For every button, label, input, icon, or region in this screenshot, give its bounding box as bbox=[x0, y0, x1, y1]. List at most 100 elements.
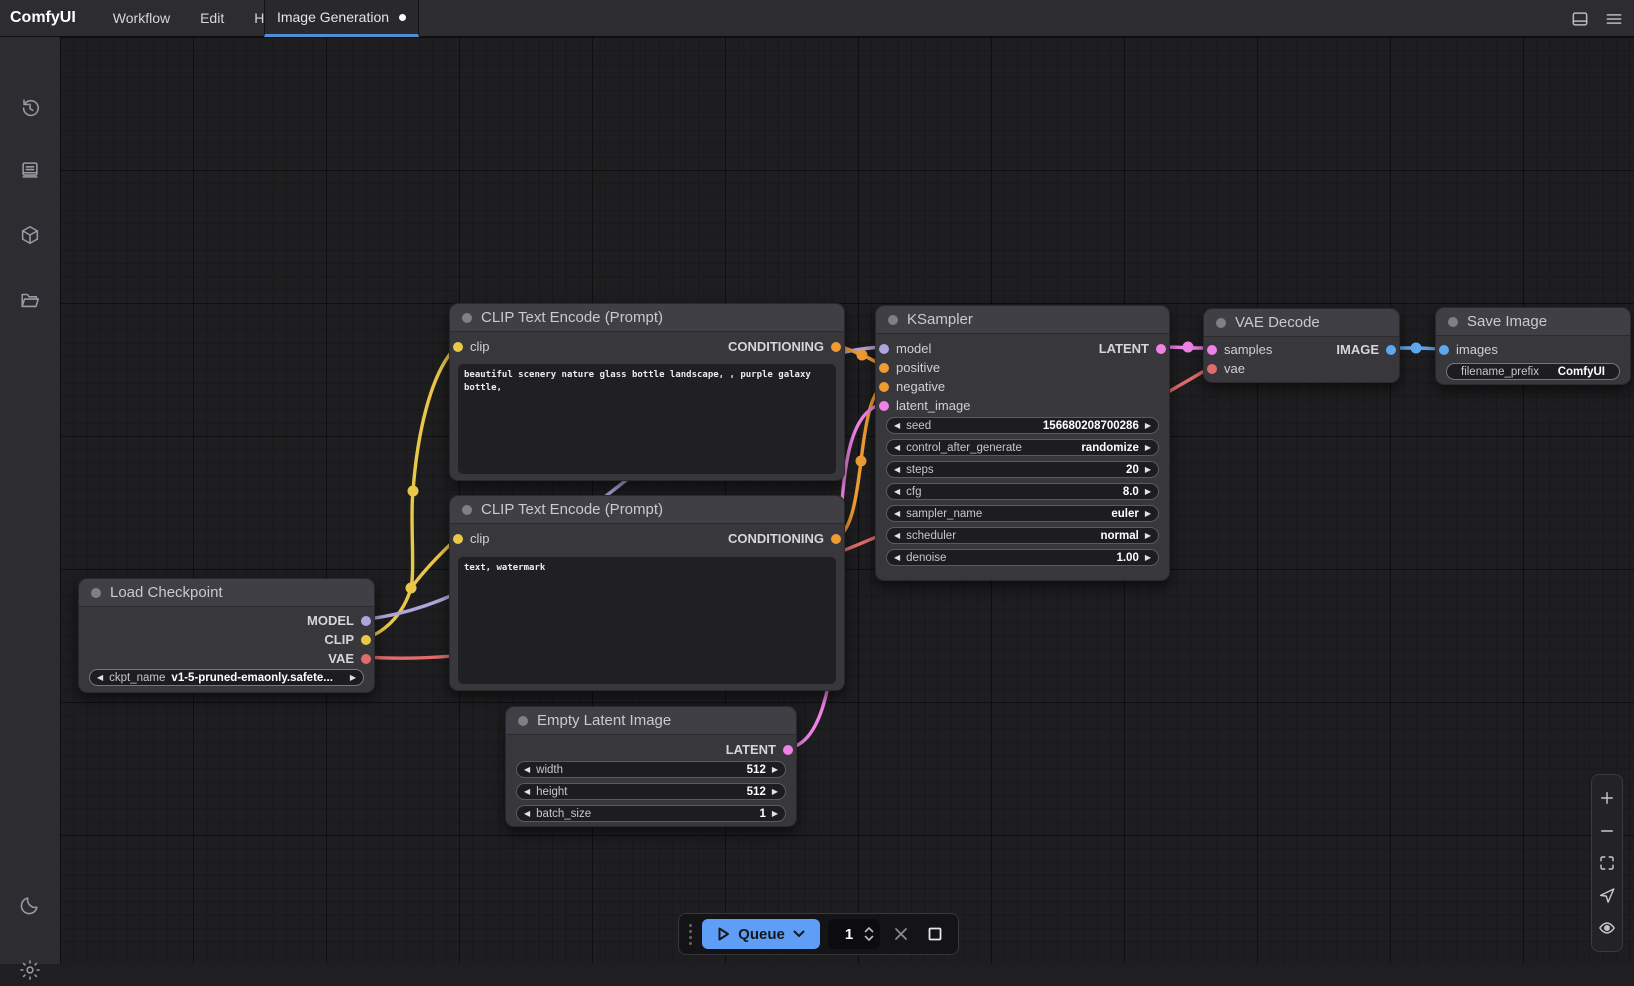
workflows-folder-icon[interactable] bbox=[19, 289, 41, 311]
output-slot-clip[interactable] bbox=[361, 635, 371, 645]
widget-next-icon[interactable]: ▶ bbox=[1145, 488, 1151, 496]
output-slot-image[interactable] bbox=[1386, 345, 1396, 355]
node-header[interactable]: VAE Decode bbox=[1204, 309, 1399, 337]
widget-next-icon[interactable]: ▶ bbox=[772, 766, 778, 774]
fit-view-icon[interactable] bbox=[1598, 854, 1616, 872]
collapse-dot[interactable] bbox=[91, 588, 101, 598]
node-clip-text-encode-positive[interactable]: CLIP Text Encode (Prompt) clip CONDITION… bbox=[449, 303, 845, 481]
widget-next-icon[interactable]: ▶ bbox=[350, 674, 356, 682]
node-graph-canvas[interactable] bbox=[60, 37, 1634, 964]
widget-next-icon[interactable]: ▶ bbox=[772, 788, 778, 796]
stop-icon[interactable] bbox=[922, 921, 948, 947]
seed-widget[interactable]: ◀ seed 156680208700286 ▶ bbox=[886, 417, 1159, 434]
widget-next-icon[interactable]: ▶ bbox=[772, 810, 778, 818]
bottom-panel-icon[interactable] bbox=[1570, 9, 1590, 29]
widget-next-icon[interactable]: ▶ bbox=[1145, 466, 1151, 474]
collapse-dot[interactable] bbox=[888, 315, 898, 325]
filename-prefix-widget[interactable]: filename_prefix ComfyUI bbox=[1446, 363, 1620, 380]
output-slot-conditioning[interactable] bbox=[831, 534, 841, 544]
batch-count-value[interactable]: 1 bbox=[834, 926, 864, 943]
output-slot-conditioning[interactable] bbox=[831, 342, 841, 352]
queue-button[interactable]: Queue bbox=[702, 919, 820, 949]
height-widget[interactable]: ◀ height 512 ▶ bbox=[516, 783, 786, 800]
input-slot-latent-image[interactable] bbox=[879, 401, 889, 411]
count-steppers[interactable] bbox=[864, 927, 874, 941]
clear-queue-icon[interactable] bbox=[888, 921, 914, 947]
node-load-checkpoint[interactable]: Load Checkpoint MODEL CLIP VAE ◀ ckpt_na… bbox=[78, 578, 375, 693]
cfg-widget[interactable]: ◀ cfg 8.0 ▶ bbox=[886, 483, 1159, 500]
zoom-out-icon[interactable] bbox=[1598, 822, 1616, 840]
node-header[interactable]: Save Image bbox=[1436, 308, 1630, 336]
output-slot-latent[interactable] bbox=[1156, 344, 1166, 354]
output-slot-latent[interactable] bbox=[783, 745, 793, 755]
drag-grip-icon[interactable] bbox=[687, 924, 694, 945]
collapse-dot[interactable] bbox=[1216, 318, 1226, 328]
node-header[interactable]: CLIP Text Encode (Prompt) bbox=[450, 496, 844, 524]
widget-prev-icon[interactable]: ◀ bbox=[894, 554, 900, 562]
ckpt-name-widget[interactable]: ◀ ckpt_name v1-5-pruned-emaonly.safete..… bbox=[89, 669, 364, 686]
collapse-dot[interactable] bbox=[1448, 317, 1458, 327]
input-slot-clip[interactable] bbox=[453, 342, 463, 352]
input-slot-images[interactable] bbox=[1439, 345, 1449, 355]
node-header[interactable]: KSampler bbox=[876, 306, 1169, 334]
theme-toggle-moon-icon[interactable] bbox=[19, 894, 41, 916]
widget-prev-icon[interactable]: ◀ bbox=[524, 766, 530, 774]
stepper-down-icon[interactable] bbox=[864, 935, 874, 941]
select-mode-icon[interactable] bbox=[1598, 886, 1616, 904]
widget-prev-icon[interactable]: ◀ bbox=[894, 466, 900, 474]
widget-prev-icon[interactable]: ◀ bbox=[894, 422, 900, 430]
width-widget[interactable]: ◀ width 512 ▶ bbox=[516, 761, 786, 778]
history-icon[interactable] bbox=[19, 97, 41, 119]
widget-prev-icon[interactable]: ◀ bbox=[524, 788, 530, 796]
node-ksampler[interactable]: KSampler model LATENT positive negative … bbox=[875, 305, 1170, 581]
input-slot-vae[interactable] bbox=[1207, 364, 1217, 374]
widget-next-icon[interactable]: ▶ bbox=[1145, 532, 1151, 540]
zoom-in-icon[interactable] bbox=[1598, 789, 1616, 807]
denoise-widget[interactable]: ◀ denoise 1.00 ▶ bbox=[886, 549, 1159, 566]
input-slot-model[interactable] bbox=[879, 344, 889, 354]
node-save-image[interactable]: Save Image images filename_prefix ComfyU… bbox=[1435, 307, 1631, 385]
node-empty-latent-image[interactable]: Empty Latent Image LATENT ◀ width 512 ▶ … bbox=[505, 706, 797, 827]
input-slot-positive[interactable] bbox=[879, 363, 889, 373]
positive-prompt-textarea[interactable]: beautiful scenery nature glass bottle la… bbox=[458, 364, 836, 474]
widget-next-icon[interactable]: ▶ bbox=[1145, 554, 1151, 562]
collapse-dot[interactable] bbox=[462, 313, 472, 323]
batch-size-widget[interactable]: ◀ batch_size 1 ▶ bbox=[516, 805, 786, 822]
widget-prev-icon[interactable]: ◀ bbox=[97, 674, 103, 682]
model-library-icon[interactable] bbox=[19, 224, 41, 246]
widget-prev-icon[interactable]: ◀ bbox=[894, 532, 900, 540]
negative-prompt-textarea[interactable]: text, watermark bbox=[458, 557, 836, 684]
node-header[interactable]: Empty Latent Image bbox=[506, 707, 796, 735]
chevron-down-icon[interactable] bbox=[793, 930, 805, 938]
node-vae-decode[interactable]: VAE Decode samples IMAGE vae bbox=[1203, 308, 1400, 383]
widget-prev-icon[interactable]: ◀ bbox=[524, 810, 530, 818]
output-slot-vae[interactable] bbox=[361, 654, 371, 664]
input-slot-negative[interactable] bbox=[879, 382, 889, 392]
widget-next-icon[interactable]: ▶ bbox=[1145, 422, 1151, 430]
queue-list-icon[interactable] bbox=[19, 159, 41, 181]
node-header[interactable]: Load Checkpoint bbox=[79, 579, 374, 607]
steps-widget[interactable]: ◀ steps 20 ▶ bbox=[886, 461, 1159, 478]
control-after-generate-widget[interactable]: ◀ control_after_generate randomize ▶ bbox=[886, 439, 1159, 456]
scheduler-widget[interactable]: ◀ scheduler normal ▶ bbox=[886, 527, 1159, 544]
output-slot-model[interactable] bbox=[361, 616, 371, 626]
collapse-dot[interactable] bbox=[518, 716, 528, 726]
sampler-name-widget[interactable]: ◀ sampler_name euler ▶ bbox=[886, 505, 1159, 522]
stepper-up-icon[interactable] bbox=[864, 927, 874, 933]
node-clip-text-encode-negative[interactable]: CLIP Text Encode (Prompt) clip CONDITION… bbox=[449, 495, 845, 691]
node-header[interactable]: CLIP Text Encode (Prompt) bbox=[450, 304, 844, 332]
collapse-dot[interactable] bbox=[462, 505, 472, 515]
input-slot-clip[interactable] bbox=[453, 534, 463, 544]
hamburger-menu-icon[interactable] bbox=[1604, 9, 1624, 29]
widget-prev-icon[interactable]: ◀ bbox=[894, 488, 900, 496]
settings-gear-icon[interactable] bbox=[19, 959, 41, 981]
widget-prev-icon[interactable]: ◀ bbox=[894, 444, 900, 452]
widget-next-icon[interactable]: ▶ bbox=[1145, 444, 1151, 452]
menu-workflow[interactable]: Workflow bbox=[98, 0, 185, 36]
batch-count-input[interactable]: 1 bbox=[828, 919, 880, 949]
toggle-visibility-eye-icon[interactable] bbox=[1598, 919, 1616, 937]
tab-image-generation[interactable]: Image Generation bbox=[264, 0, 419, 37]
menu-edit[interactable]: Edit bbox=[185, 0, 239, 36]
widget-prev-icon[interactable]: ◀ bbox=[894, 510, 900, 518]
input-slot-samples[interactable] bbox=[1207, 345, 1217, 355]
